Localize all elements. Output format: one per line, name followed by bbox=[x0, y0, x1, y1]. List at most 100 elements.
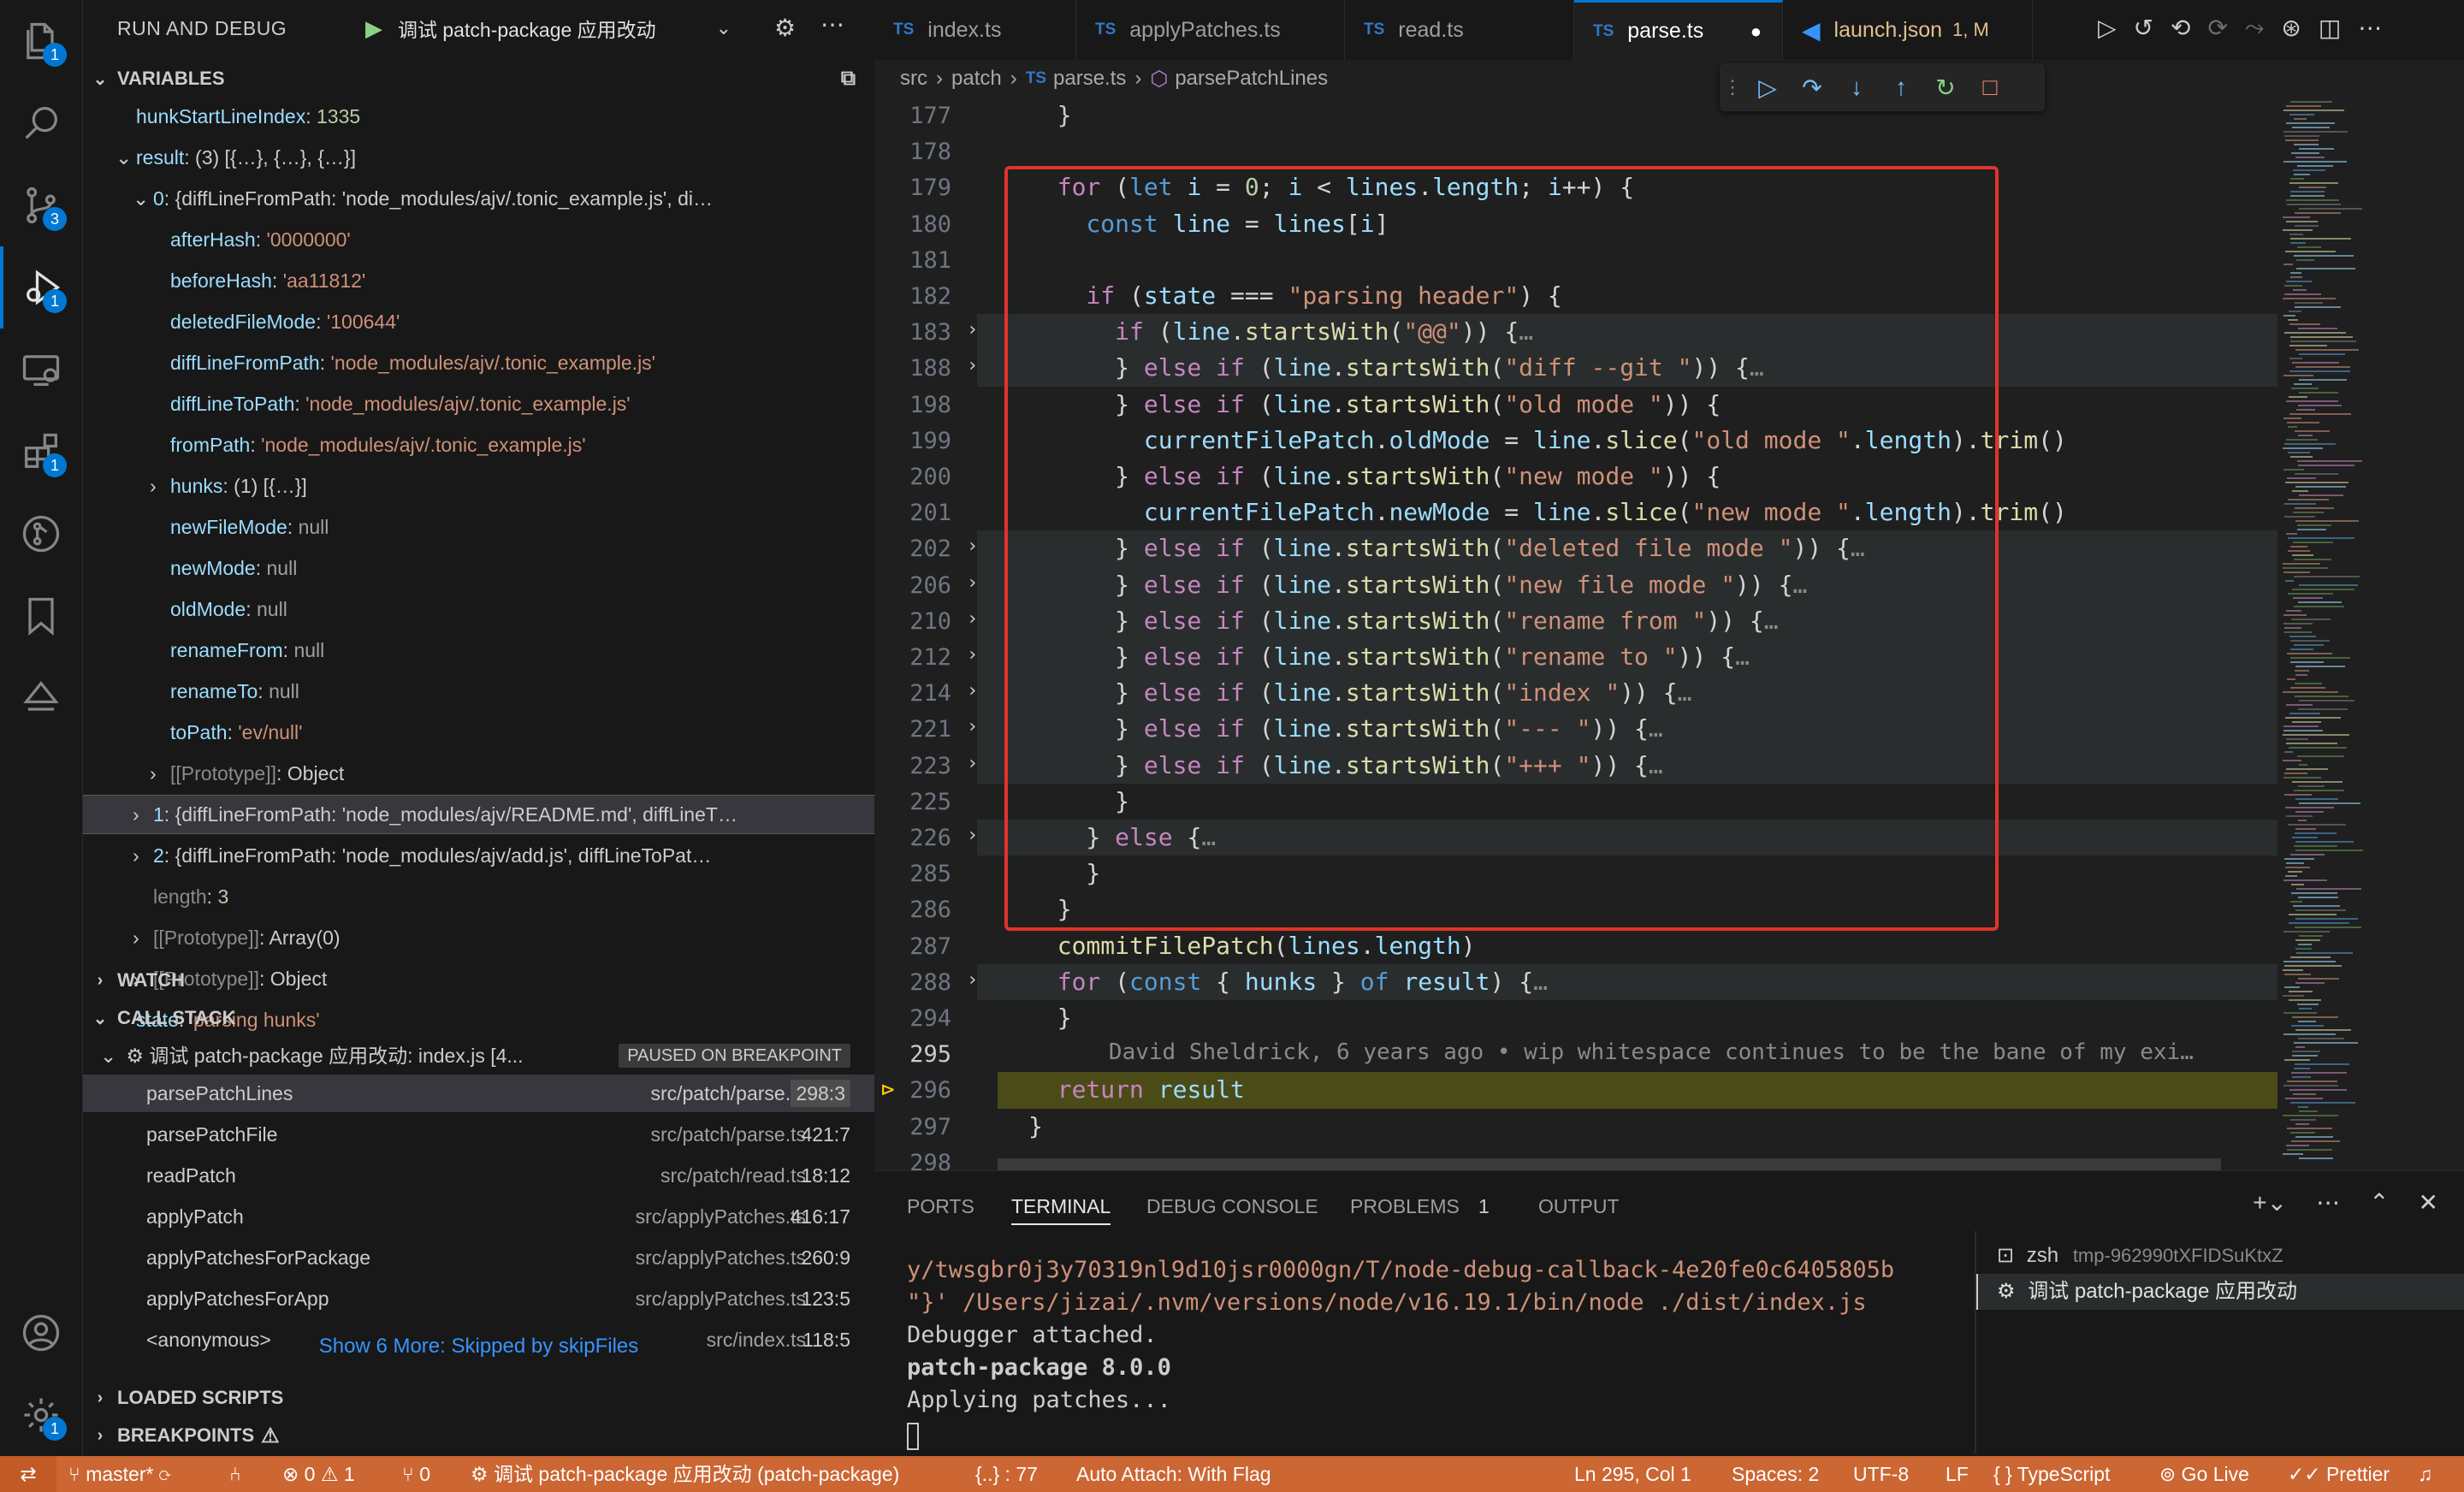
more-actions-icon[interactable]: ⋯ bbox=[820, 10, 844, 38]
variable-row[interactable]: renameFrom: null bbox=[83, 631, 874, 669]
loaded-scripts-header[interactable]: › LOADED SCRIPTS bbox=[83, 1379, 874, 1417]
restart-icon[interactable]: ↻ bbox=[1923, 65, 1968, 110]
variable-row[interactable]: hunkStartLineIndex: 1335 bbox=[83, 98, 874, 135]
tab-launch-json[interactable]: ◀ launch.json 1, M bbox=[1783, 0, 2033, 60]
golive-item[interactable]: ⊚ Go Live bbox=[2159, 1456, 2249, 1492]
new-terminal-icon[interactable]: +⌄ bbox=[2253, 1188, 2287, 1217]
fold-chevron-icon[interactable]: › bbox=[967, 753, 978, 774]
start-debugging-icon[interactable]: ▶ bbox=[365, 15, 382, 42]
fold-chevron-icon[interactable]: › bbox=[967, 969, 978, 991]
source-control-icon[interactable]: 3 bbox=[0, 164, 82, 246]
variable-row[interactable]: renameTo: null bbox=[83, 672, 874, 710]
cursor-position-item[interactable]: Ln 295, Col 1 bbox=[1574, 1456, 1691, 1492]
variable-row[interactable]: length: 3 bbox=[83, 878, 874, 915]
braces-item[interactable]: {..} : 77 bbox=[975, 1456, 1038, 1492]
git-graph-icon[interactable]: ⑃ bbox=[229, 1456, 241, 1492]
variable-row[interactable]: diffLineFromPath: 'node_modules/ajv/.ton… bbox=[83, 344, 874, 382]
notifications-icon[interactable]: ♫ bbox=[2418, 1456, 2432, 1492]
callstack-frame[interactable]: applyPatchesForApp src/applyPatches.ts 123… bbox=[83, 1280, 874, 1317]
variable-row[interactable]: deletedFileMode: '100644' bbox=[83, 303, 874, 340]
variable-row[interactable]: newFileMode: null bbox=[83, 508, 874, 546]
minimap[interactable] bbox=[2277, 98, 2464, 1170]
variable-row[interactable]: › [[Prototype]]: Array(0) bbox=[83, 919, 874, 956]
callstack-header[interactable]: ⌄ CALL STACK bbox=[83, 999, 874, 1037]
stop-icon[interactable]: □ bbox=[1968, 65, 2012, 110]
variable-row[interactable]: diffLineToPath: 'node_modules/ajv/.tonic… bbox=[83, 385, 874, 423]
fold-chevron-icon[interactable]: › bbox=[967, 608, 978, 630]
collapse-all-icon[interactable]: ⧉ bbox=[841, 67, 856, 91]
chevron-down-icon[interactable]: ⌄ bbox=[116, 139, 136, 176]
callstack-session[interactable]: ⌄ ⚙ 调试 patch-package 应用改动: index.js [4..… bbox=[83, 1037, 874, 1075]
step-out-icon[interactable]: ↑ bbox=[1879, 65, 1923, 110]
tab-parse-ts[interactable]: TS parse.ts ● bbox=[1574, 0, 1783, 60]
tab-ports[interactable]: PORTS bbox=[907, 1195, 974, 1218]
debug-config-selector[interactable]: ▶ 调试 patch-package 应用改动 ⌄ bbox=[365, 14, 732, 43]
terminal-session-debug[interactable]: ⚙ 调试 patch-package 应用改动 bbox=[1976, 1274, 2464, 1310]
fold-chevron-icon[interactable]: › bbox=[967, 716, 978, 737]
breadcrumb-item[interactable]: patch bbox=[951, 67, 1002, 91]
variable-row[interactable]: › 1: {diffLineFromPath: 'node_modules/ajv… bbox=[83, 795, 874, 834]
encoding-item[interactable]: UTF-8 bbox=[1853, 1456, 1909, 1492]
compare-icon[interactable]: ⟳ bbox=[2207, 14, 2227, 42]
account-icon[interactable] bbox=[0, 1292, 82, 1374]
chevron-right-icon[interactable]: › bbox=[150, 467, 170, 505]
fold-chevron-icon[interactable]: › bbox=[967, 536, 978, 557]
git-lens-icon[interactable]: ⊛ bbox=[2281, 14, 2301, 42]
tab-applypatches-ts[interactable]: TS applyPatches.ts bbox=[1076, 0, 1345, 60]
step-over-icon[interactable]: ↷ bbox=[1790, 65, 1834, 110]
callstack-frame[interactable]: parsePatchLines src/patch/parse.ts 298:3 bbox=[83, 1075, 874, 1112]
variable-row[interactable]: fromPath: 'node_modules/ajv/.tonic_examp… bbox=[83, 426, 874, 464]
git-graph-icon[interactable] bbox=[0, 493, 82, 575]
variable-row[interactable]: afterHash: '0000000' bbox=[83, 221, 874, 258]
close-icon[interactable]: ✕ bbox=[2419, 1188, 2438, 1217]
variable-row[interactable]: newMode: null bbox=[83, 549, 874, 587]
more-actions-icon[interactable]: ⋯ bbox=[2316, 1188, 2340, 1217]
docker-icon[interactable] bbox=[0, 657, 82, 739]
eol-item[interactable]: LF bbox=[1946, 1456, 1969, 1492]
continue-icon[interactable]: ▷ bbox=[1745, 65, 1790, 110]
run-debug-icon[interactable]: 1 bbox=[0, 246, 82, 329]
fold-chevron-icon[interactable]: › bbox=[967, 825, 978, 846]
fold-chevron-icon[interactable]: › bbox=[967, 572, 978, 594]
breakpoints-header[interactable]: › BREAKPOINTS ⚠ bbox=[83, 1417, 874, 1454]
bookmark-icon[interactable] bbox=[0, 575, 82, 657]
chevron-right-icon[interactable]: › bbox=[133, 796, 153, 833]
callstack-frame[interactable]: readPatch src/patch/read.ts 18:12 bbox=[83, 1157, 874, 1194]
tab-index-ts[interactable]: TS index.ts bbox=[874, 0, 1076, 60]
breadcrumb-item[interactable]: parse.ts bbox=[1053, 67, 1126, 91]
go-back-icon[interactable]: ⟲ bbox=[2171, 14, 2190, 42]
unsaved-dot-icon[interactable]: ● bbox=[1750, 21, 1762, 43]
variable-row[interactable]: beforeHash: 'aa11812' bbox=[83, 262, 874, 299]
watch-header[interactable]: › WATCH bbox=[83, 962, 874, 999]
explorer-icon[interactable]: 1 bbox=[0, 0, 82, 82]
search-icon[interactable] bbox=[0, 82, 82, 164]
go-forward-icon[interactable]: ⤳ bbox=[2245, 14, 2264, 42]
remote-icon[interactable]: ⇄ bbox=[0, 1456, 56, 1492]
remote-explorer-icon[interactable] bbox=[0, 329, 82, 411]
more-actions-icon[interactable]: ⋯ bbox=[2358, 14, 2382, 42]
run-icon[interactable]: ▷ bbox=[2098, 14, 2117, 42]
settings-gear-icon[interactable]: 1 bbox=[0, 1374, 82, 1456]
callstack-frame[interactable]: applyPatchesForPackage src/applyPatches.t… bbox=[83, 1239, 874, 1276]
callstack-frame[interactable]: applyPatch src/applyPatches.ts 416:17 bbox=[83, 1198, 874, 1235]
show-more-frames-link[interactable]: Show 6 More: Skipped by skipFiles bbox=[83, 1335, 874, 1359]
horizontal-scrollbar[interactable] bbox=[998, 1158, 2221, 1170]
variable-row[interactable]: oldMode: null bbox=[83, 590, 874, 628]
chevron-right-icon[interactable]: › bbox=[150, 755, 170, 792]
fold-chevron-icon[interactable]: › bbox=[967, 644, 978, 666]
tab-problems[interactable]: PROBLEMS bbox=[1350, 1195, 1460, 1218]
chevron-right-icon[interactable]: › bbox=[133, 919, 153, 956]
maximize-panel-icon[interactable]: ⌃ bbox=[2369, 1188, 2389, 1217]
tab-debug-console[interactable]: DEBUG CONSOLE bbox=[1146, 1195, 1318, 1218]
tab-read-ts[interactable]: TS read.ts bbox=[1345, 0, 1574, 60]
gear-icon[interactable]: ⚙ bbox=[774, 14, 796, 42]
terminal-session-zsh[interactable]: ⊡ zsh tmp-962990tXFIDSuKtxZ bbox=[1987, 1238, 2464, 1274]
variable-row[interactable]: › 2: {diffLineFromPath: 'node_modules/ajv… bbox=[83, 837, 874, 874]
breadcrumb-item[interactable]: parsePatchLines bbox=[1175, 67, 1328, 91]
problems-item[interactable]: ⊗ 0 ⚠ 1 bbox=[282, 1456, 355, 1492]
step-into-icon[interactable]: ↓ bbox=[1834, 65, 1879, 110]
chevron-right-icon[interactable]: › bbox=[133, 837, 153, 874]
ports-item[interactable]: ⑂ 0 bbox=[402, 1456, 430, 1492]
split-editor-icon[interactable]: ◫ bbox=[2319, 14, 2341, 42]
tab-terminal[interactable]: TERMINAL bbox=[1011, 1195, 1111, 1225]
